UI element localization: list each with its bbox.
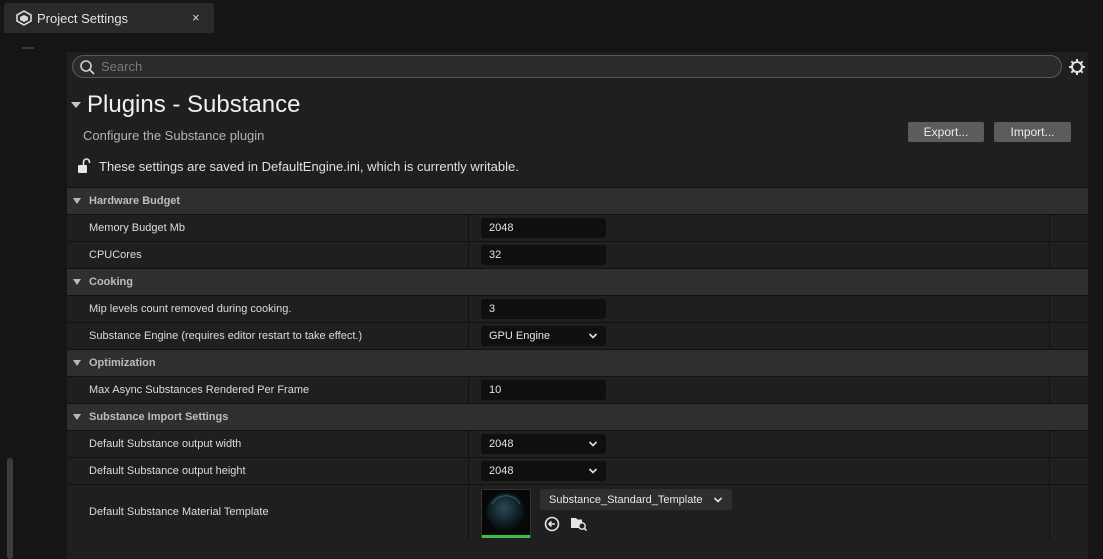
- category-optimization[interactable]: Optimization: [67, 349, 1088, 376]
- triangle-down-icon: [73, 198, 81, 204]
- settings-grid: Hardware Budget Memory Budget Mb 2048 CP…: [67, 187, 1088, 541]
- output-height-dropdown[interactable]: 2048: [481, 461, 606, 481]
- column-divider[interactable]: [468, 296, 469, 322]
- column-divider[interactable]: [468, 431, 469, 457]
- dropdown-value: 2048: [489, 465, 514, 477]
- setting-label: Mip levels count removed during cooking.: [89, 303, 292, 315]
- export-button[interactable]: Export...: [908, 122, 984, 142]
- browse-folder-icon[interactable]: [570, 515, 588, 532]
- dropdown-value: 2048: [489, 438, 514, 450]
- material-template-dropdown[interactable]: Substance_Standard_Template: [540, 489, 732, 510]
- tab-label: Project Settings: [37, 11, 129, 26]
- setting-label: Max Async Substances Rendered Per Frame: [89, 384, 310, 396]
- setting-cpu-cores: CPUCores 32: [67, 241, 1088, 268]
- setting-label: Default Substance output width: [89, 438, 242, 450]
- column-divider: [1049, 323, 1050, 349]
- setting-label: Memory Budget Mb: [89, 222, 185, 234]
- max-async-input[interactable]: 10: [481, 380, 606, 400]
- column-divider[interactable]: [468, 485, 469, 541]
- category-label: Optimization: [89, 357, 156, 369]
- unreal-engine-icon: [16, 10, 32, 26]
- column-divider[interactable]: [468, 215, 469, 241]
- substance-engine-dropdown[interactable]: GPU Engine: [481, 326, 606, 346]
- triangle-down-icon[interactable]: [71, 102, 81, 108]
- import-button[interactable]: Import...: [994, 122, 1071, 142]
- setting-substance-engine: Substance Engine (requires editor restar…: [67, 322, 1088, 349]
- dropdown-value: GPU Engine: [489, 330, 551, 342]
- search-icon: [80, 60, 95, 75]
- column-divider: [1049, 242, 1050, 268]
- asset-thumbnail[interactable]: [481, 489, 531, 538]
- column-divider[interactable]: [468, 377, 469, 403]
- setting-label: Default Substance Material Template: [89, 506, 269, 518]
- title-bar: Project Settings ×: [0, 0, 1103, 38]
- setting-mip-levels: Mip levels count removed during cooking.…: [67, 295, 1088, 322]
- category-label: Hardware Budget: [89, 195, 181, 207]
- close-icon[interactable]: ×: [192, 10, 200, 26]
- chevron-down-icon: [588, 333, 598, 339]
- memory-budget-input[interactable]: 2048: [481, 218, 606, 238]
- search-input[interactable]: [101, 57, 1051, 76]
- gear-icon[interactable]: [1068, 58, 1086, 76]
- column-divider: [1049, 215, 1050, 241]
- left-scrollbar[interactable]: [7, 458, 13, 559]
- category-hardware-budget[interactable]: Hardware Budget: [67, 187, 1088, 214]
- setting-label: Default Substance output height: [89, 465, 246, 477]
- output-width-dropdown[interactable]: 2048: [481, 434, 606, 454]
- column-divider: [1049, 485, 1050, 541]
- setting-label: CPUCores: [89, 249, 142, 261]
- column-divider[interactable]: [468, 458, 469, 484]
- category-substance-import-settings[interactable]: Substance Import Settings: [67, 403, 1088, 430]
- setting-material-template: Default Substance Material Template Subs…: [67, 484, 1088, 541]
- column-divider: [1049, 296, 1050, 322]
- config-saved-note: These settings are saved in DefaultEngin…: [99, 159, 519, 174]
- page-description: Configure the Substance plugin: [83, 128, 265, 143]
- column-divider[interactable]: [468, 323, 469, 349]
- triangle-down-icon: [73, 414, 81, 420]
- setting-output-width: Default Substance output width 2048: [67, 430, 1088, 457]
- cpu-cores-input[interactable]: 32: [481, 245, 606, 265]
- category-label: Cooking: [89, 276, 133, 288]
- page-title: Plugins - Substance: [87, 91, 301, 118]
- category-cooking[interactable]: Cooking: [67, 268, 1088, 295]
- triangle-down-icon: [73, 360, 81, 366]
- chevron-down-icon: [588, 441, 598, 447]
- search-bar: [72, 55, 1062, 78]
- tab-project-settings[interactable]: Project Settings ×: [4, 3, 214, 33]
- triangle-down-icon: [73, 279, 81, 285]
- chevron-down-icon: [588, 468, 598, 474]
- dropdown-value: Substance_Standard_Template: [549, 493, 703, 506]
- setting-memory-budget: Memory Budget Mb 2048: [67, 214, 1088, 241]
- mip-levels-input[interactable]: 3: [481, 299, 606, 319]
- unlock-icon: [78, 158, 91, 173]
- column-divider: [1049, 458, 1050, 484]
- material-sphere-icon: [482, 490, 530, 535]
- use-selected-asset-icon[interactable]: [544, 516, 560, 532]
- category-label: Substance Import Settings: [89, 411, 229, 423]
- setting-label: Substance Engine (requires editor restar…: [89, 330, 363, 342]
- setting-output-height: Default Substance output height 2048: [67, 457, 1088, 484]
- column-divider: [1049, 431, 1050, 457]
- chevron-down-icon: [713, 496, 723, 503]
- column-divider: [1049, 377, 1050, 403]
- setting-max-async: Max Async Substances Rendered Per Frame …: [67, 376, 1088, 403]
- column-divider[interactable]: [468, 242, 469, 268]
